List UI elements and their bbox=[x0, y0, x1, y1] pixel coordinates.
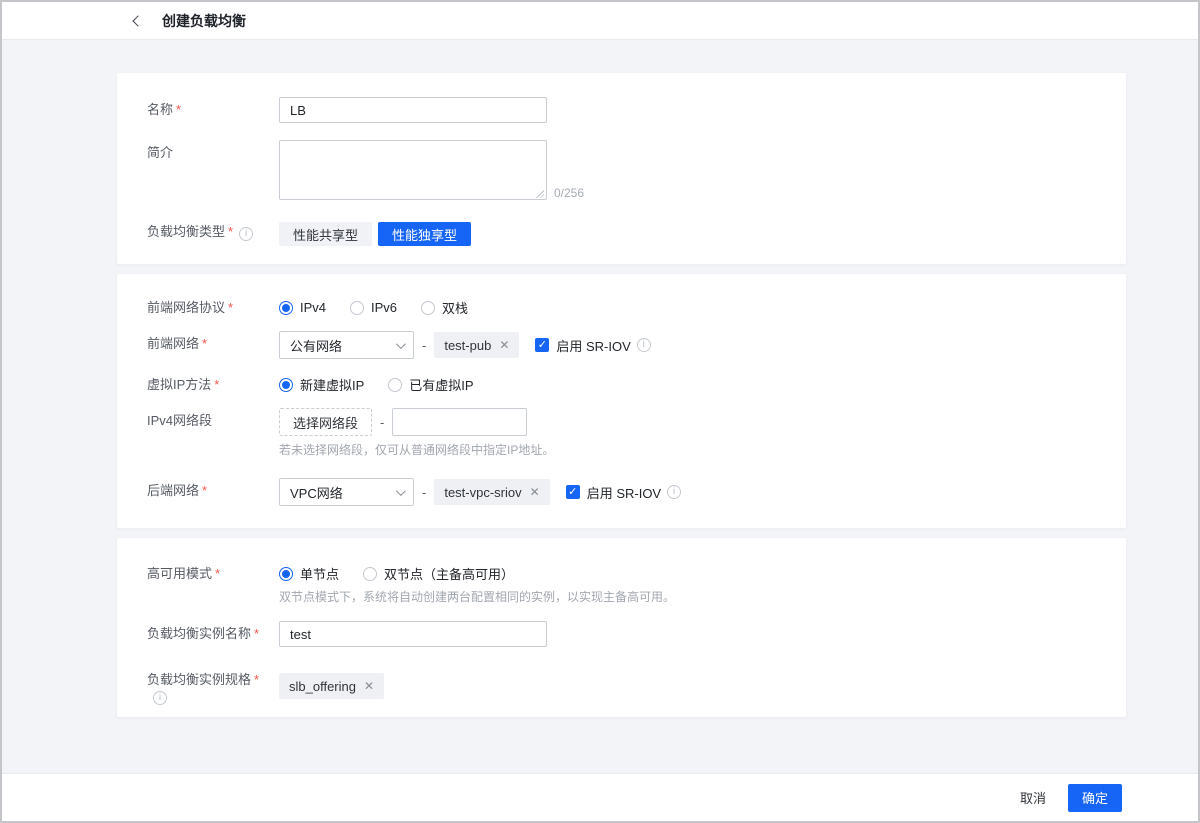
sriov-checkbox-backend[interactable]: ✓ 启用 SR-IOV bbox=[566, 483, 661, 502]
char-counter: 0/256 bbox=[554, 186, 584, 203]
ipv4-segment-input[interactable] bbox=[392, 408, 527, 436]
radio-new-vip[interactable]: 新建虚拟IP bbox=[279, 375, 364, 394]
lb-type-label: 负载均衡类型*i bbox=[147, 222, 279, 246]
chevron-left-icon bbox=[132, 15, 143, 26]
close-icon[interactable]: ✕ bbox=[530, 485, 540, 499]
basic-info-card: 名称* 简介 0/256 bbox=[117, 73, 1126, 264]
description-row: 简介 0/256 bbox=[147, 140, 1096, 203]
form-body: 名称* 简介 0/256 bbox=[2, 40, 1198, 773]
radio-dual-stack[interactable]: 双栈 bbox=[421, 298, 468, 317]
required-marker: * bbox=[228, 300, 233, 315]
backend-network-tag: test-vpc-sriov ✕ bbox=[434, 479, 549, 505]
radio-icon bbox=[279, 301, 293, 315]
radio-icon bbox=[279, 378, 293, 392]
instance-name-row: 负载均衡实例名称* bbox=[147, 621, 1096, 647]
info-icon[interactable]: i bbox=[153, 691, 167, 705]
ha-mode-helper: 双节点模式下，系统将自动创建两台配置相同的实例，以实现主备高可用。 bbox=[279, 589, 675, 606]
info-icon[interactable]: i bbox=[667, 485, 681, 499]
required-marker: * bbox=[214, 377, 219, 392]
description-textarea[interactable] bbox=[279, 140, 547, 200]
description-label: 简介 bbox=[147, 140, 279, 203]
ha-mode-row: 高可用模式* 单节点 双节点（主备高可用） 双节点模式下，系统将自动创建两台配置 bbox=[147, 564, 1096, 606]
resize-handle-icon[interactable] bbox=[535, 189, 544, 198]
required-marker: * bbox=[254, 672, 259, 687]
dash-separator: - bbox=[422, 338, 426, 353]
back-button[interactable] bbox=[126, 11, 146, 31]
frontend-protocol-label: 前端网络协议* bbox=[147, 298, 279, 317]
ipv4-segment-label: IPv4网络段 bbox=[147, 408, 279, 459]
lb-type-shared-button[interactable]: 性能共享型 bbox=[279, 222, 372, 246]
instance-name-label: 负载均衡实例名称* bbox=[147, 621, 279, 647]
radio-dual-node[interactable]: 双节点（主备高可用） bbox=[363, 564, 514, 583]
cancel-button[interactable]: 取消 bbox=[1020, 788, 1046, 807]
vip-method-label: 虚拟IP方法* bbox=[147, 375, 279, 394]
radio-ipv6[interactable]: IPv6 bbox=[350, 300, 397, 315]
instance-name-input[interactable] bbox=[279, 621, 547, 647]
name-label: 名称* bbox=[147, 97, 279, 123]
radio-icon bbox=[279, 567, 293, 581]
page-title: 创建负载均衡 bbox=[162, 11, 246, 31]
frontend-network-row: 前端网络* 公有网络 - test-pub ✕ ✓ 启用 SR-IOV bbox=[147, 331, 1096, 359]
frontend-network-tag: test-pub ✕ bbox=[434, 332, 519, 358]
ha-mode-label: 高可用模式* bbox=[147, 564, 279, 606]
radio-icon bbox=[350, 301, 364, 315]
lb-type-row: 负载均衡类型*i 性能共享型 性能独享型 bbox=[147, 222, 1096, 246]
ipv4-segment-helper: 若未选择网络段，仅可从普通网络段中指定IP地址。 bbox=[279, 442, 554, 459]
required-marker: * bbox=[202, 336, 207, 351]
required-marker: * bbox=[202, 483, 207, 498]
checkbox-checked-icon: ✓ bbox=[566, 485, 580, 499]
required-marker: * bbox=[254, 626, 259, 641]
required-marker: * bbox=[176, 102, 181, 117]
checkbox-checked-icon: ✓ bbox=[535, 338, 549, 352]
radio-ipv4[interactable]: IPv4 bbox=[279, 300, 326, 315]
frontend-protocol-row: 前端网络协议* IPv4 IPv6 双栈 bbox=[147, 298, 1096, 317]
backend-network-row: 后端网络* VPC网络 - test-vpc-sriov ✕ ✓ 启用 SR-I… bbox=[147, 478, 1096, 506]
info-icon[interactable]: i bbox=[637, 338, 651, 352]
confirm-button[interactable]: 确定 bbox=[1068, 784, 1122, 812]
required-marker: * bbox=[228, 224, 233, 239]
radio-icon bbox=[421, 301, 435, 315]
backend-network-type-select[interactable]: VPC网络 bbox=[279, 478, 414, 506]
instance-offering-tag: slb_offering ✕ bbox=[279, 673, 384, 699]
vip-method-row: 虚拟IP方法* 新建虚拟IP 已有虚拟IP bbox=[147, 375, 1096, 394]
close-icon[interactable]: ✕ bbox=[364, 679, 374, 693]
instance-offering-row: 负载均衡实例规格*i slb_offering ✕ bbox=[147, 667, 1096, 705]
footer-bar: 取消 确定 bbox=[2, 773, 1198, 821]
radio-icon bbox=[363, 567, 377, 581]
name-input[interactable] bbox=[279, 97, 547, 123]
frontend-network-type-select[interactable]: 公有网络 bbox=[279, 331, 414, 359]
chevron-down-icon bbox=[396, 486, 406, 496]
lb-type-dedicated-button[interactable]: 性能独享型 bbox=[378, 222, 471, 246]
info-icon[interactable]: i bbox=[239, 227, 253, 241]
network-card: 前端网络协议* IPv4 IPv6 双栈 bbox=[117, 274, 1126, 528]
frontend-network-label: 前端网络* bbox=[147, 331, 279, 359]
ipv4-segment-row: IPv4网络段 选择网络段 - 若未选择网络段，仅可从普通网络段中指定IP地址。 bbox=[147, 408, 1096, 459]
name-row: 名称* bbox=[147, 97, 1096, 123]
instance-card: 高可用模式* 单节点 双节点（主备高可用） 双节点模式下，系统将自动创建两台配置 bbox=[117, 538, 1126, 717]
dash-separator: - bbox=[422, 485, 426, 500]
backend-network-label: 后端网络* bbox=[147, 478, 279, 506]
radio-existing-vip[interactable]: 已有虚拟IP bbox=[388, 375, 473, 394]
sriov-checkbox-frontend[interactable]: ✓ 启用 SR-IOV bbox=[535, 336, 630, 355]
radio-icon bbox=[388, 378, 402, 392]
close-icon[interactable]: ✕ bbox=[499, 338, 509, 352]
instance-offering-label: 负载均衡实例规格*i bbox=[147, 667, 279, 705]
choose-segment-button[interactable]: 选择网络段 bbox=[279, 408, 372, 436]
required-marker: * bbox=[215, 566, 220, 581]
page-header: 创建负载均衡 bbox=[2, 2, 1198, 40]
radio-single-node[interactable]: 单节点 bbox=[279, 564, 339, 583]
dash-separator: - bbox=[380, 415, 384, 430]
create-load-balancer-page: 创建负载均衡 名称* 简介 bbox=[0, 0, 1200, 823]
chevron-down-icon bbox=[396, 339, 406, 349]
